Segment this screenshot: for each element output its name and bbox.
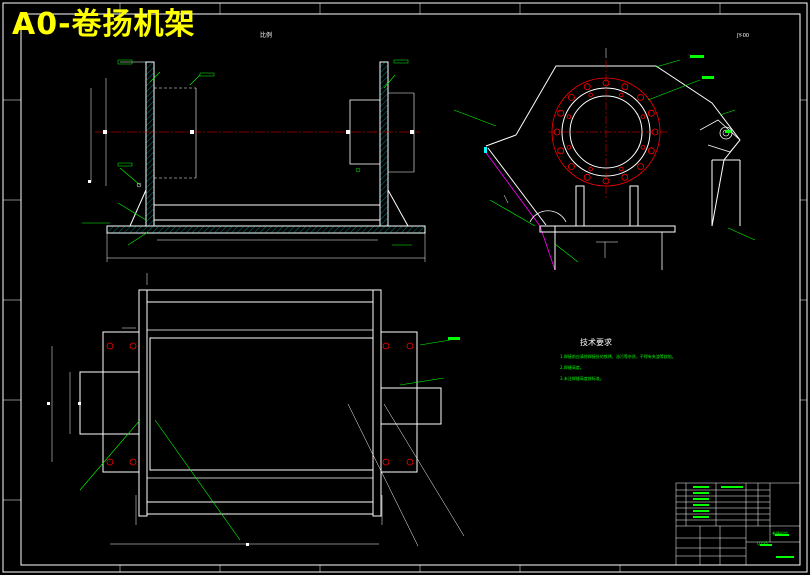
- top-view: [47, 273, 465, 547]
- bolt-hole: [583, 173, 591, 181]
- inner-frame: [20, 13, 801, 566]
- bolt-hole: [647, 109, 655, 117]
- inner-bolt-hole: [619, 166, 624, 172]
- bolt-hole: [557, 147, 565, 155]
- part-name-label: 卷扬机架: [772, 531, 788, 536]
- tech-note-3: 3.未注焊缝高度按标准。: [560, 376, 604, 381]
- frame-ticks: [3, 3, 807, 572]
- tech-note-1: 1.焊接前应清除焊接处的铁锈、油污等杂质，不得有夹渣等缺陷。: [560, 354, 676, 359]
- material-label: Q235: [757, 541, 768, 546]
- bolt-hole: [637, 163, 644, 171]
- bolt-hole: [621, 173, 629, 181]
- bolt-hole: [568, 94, 575, 101]
- side-view: [453, 48, 756, 271]
- inner-bolt-hole: [640, 145, 646, 150]
- inner-bolt-hole: [566, 114, 572, 119]
- bolt-hole: [568, 163, 575, 171]
- title-block: [675, 482, 801, 566]
- inner-bolt-hole: [619, 92, 624, 98]
- drawing-number: JY-00: [737, 33, 750, 39]
- drawing-title: A0-卷扬机架: [12, 7, 196, 42]
- front-view: [82, 59, 426, 262]
- bolt-hole: [583, 83, 591, 91]
- inner-bolt-hole: [640, 114, 646, 119]
- tech-requirements-heading: 技术要求: [580, 338, 612, 347]
- drawing-canvas: [2, 2, 808, 573]
- outer-frame: [2, 2, 808, 573]
- scale-label: 比例: [260, 32, 273, 39]
- inner-bolt-hole: [588, 92, 593, 98]
- bolt-hole: [647, 147, 655, 155]
- bolt-hole: [637, 94, 644, 101]
- inner-bolt-hole: [588, 166, 593, 172]
- inner-bolt-hole: [566, 145, 572, 150]
- bolt-hole: [621, 83, 629, 91]
- tech-note-2: 2.焊缝高度。: [560, 365, 584, 370]
- bolt-hole: [557, 109, 565, 117]
